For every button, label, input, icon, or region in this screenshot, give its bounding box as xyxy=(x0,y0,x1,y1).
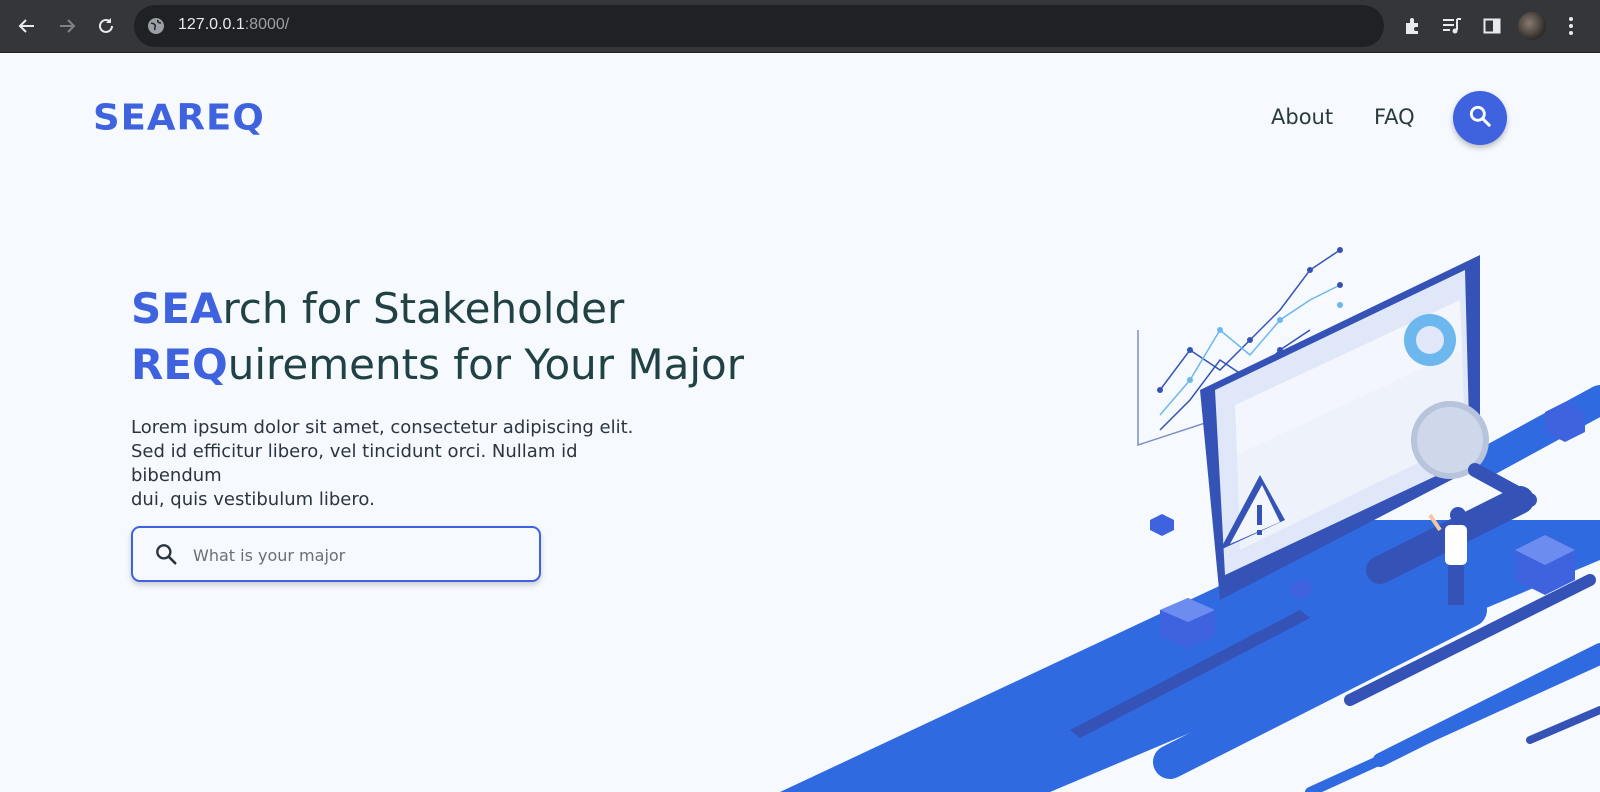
url-text: 127.0.0.1:8000/ xyxy=(178,16,289,34)
site-logo[interactable]: SEAREQ xyxy=(93,97,265,138)
browser-toolbar: 127.0.0.1:8000/ xyxy=(0,0,1600,53)
nav-faq-link[interactable]: FAQ xyxy=(1374,105,1415,129)
hero-headline: SEArch for Stakeholder REQuirements for … xyxy=(131,281,744,393)
extensions-icon[interactable] xyxy=(1400,13,1426,39)
url-host: 127.0.0.1 xyxy=(178,16,245,33)
nav-about-link[interactable]: About xyxy=(1271,105,1333,129)
forward-arrow-icon[interactable] xyxy=(53,12,81,40)
major-search-box[interactable] xyxy=(131,526,541,582)
reload-icon[interactable] xyxy=(92,12,120,40)
hero-description: Lorem ipsum dolor sit amet, consectetur … xyxy=(131,416,671,512)
side-panel-icon[interactable] xyxy=(1479,13,1505,39)
hero-illustration xyxy=(780,247,1600,792)
major-search-input[interactable] xyxy=(191,538,525,572)
search-icon xyxy=(153,541,179,572)
media-controls-icon[interactable] xyxy=(1439,13,1465,39)
description-line: Lorem ipsum dolor sit amet, consectetur … xyxy=(131,417,634,438)
url-port: :8000/ xyxy=(244,16,290,33)
more-menu-icon[interactable] xyxy=(1558,13,1584,39)
search-icon xyxy=(1467,103,1493,134)
headline-line1-rest: rch for Stakeholder xyxy=(222,284,625,333)
description-line: dui, quis vestibulum libero. xyxy=(131,489,375,510)
globe-icon xyxy=(147,17,165,35)
headline-highlight-sea: SEA xyxy=(131,284,223,333)
description-line: Sed id efficitur libero, vel tincidunt o… xyxy=(131,441,578,486)
headline-highlight-req: REQ xyxy=(131,340,228,389)
headline-line2-rest: uirements for Your Major xyxy=(227,340,745,389)
back-arrow-icon[interactable] xyxy=(13,12,41,40)
header-search-button[interactable] xyxy=(1453,91,1507,145)
profile-avatar[interactable] xyxy=(1518,12,1546,40)
address-bar[interactable]: 127.0.0.1:8000/ xyxy=(134,5,1384,47)
